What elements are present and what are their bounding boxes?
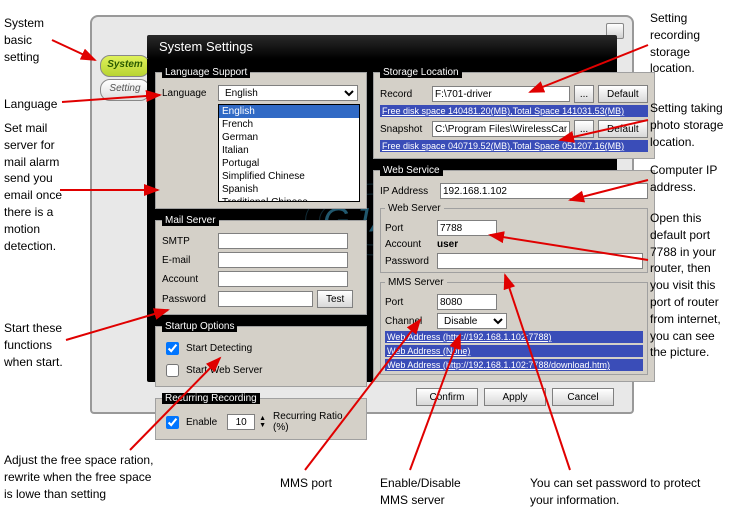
language-listbox[interactable]: English French German Italian Portugal S… <box>218 104 360 202</box>
note-port: Open this default port 7788 in your rout… <box>650 210 721 361</box>
language-select[interactable]: English <box>218 85 358 101</box>
apply-button[interactable]: Apply <box>484 388 546 406</box>
start-webserver-checkbox[interactable] <box>166 364 179 377</box>
storage-group: Storage Location Record ... Default Free… <box>373 67 655 159</box>
start-detecting-label: Start Detecting <box>186 343 252 354</box>
mail-legend: Mail Server <box>162 215 219 226</box>
settings-panel: GJAVA Language Support Language English … <box>147 59 617 382</box>
lang-opt7[interactable]: Traditional Chinese <box>219 196 359 202</box>
mailpwd-label: Password <box>162 294 214 305</box>
note-mmsport: MMS port <box>280 475 332 492</box>
note-mail: Set mail server for mail alarm send you … <box>4 120 62 254</box>
wsport-input[interactable] <box>437 220 497 236</box>
recurring-legend: Recurring Recording <box>162 393 260 404</box>
lang-opt3[interactable]: Italian <box>219 144 359 157</box>
language-legend: Language Support <box>162 67 250 78</box>
snapshot-diskinfo: Free disk space 040719.52(MB),Total Spac… <box>380 140 648 152</box>
lang-opt0[interactable]: English <box>219 105 359 118</box>
startup-legend: Startup Options <box>162 321 237 332</box>
record-diskinfo: Free disk space 140481.20(MB),Total Spac… <box>380 105 648 117</box>
storage-legend: Storage Location <box>380 67 462 78</box>
mms-addr1[interactable]: Web Address (http://192.168.1.102:7788) <box>385 331 643 343</box>
email-label: E-mail <box>162 255 214 266</box>
note-start: Start these functions when start. <box>4 320 63 370</box>
mailpwd-input[interactable] <box>218 291 313 307</box>
test-button[interactable]: Test <box>317 290 353 308</box>
language-group: Language Support Language English Englis… <box>155 67 367 209</box>
webservice-group: Web Service IP Address Web Server Port A… <box>373 165 655 382</box>
snapshot-path-input[interactable] <box>432 121 570 137</box>
window-title: System Settings <box>147 35 617 59</box>
record-path-input[interactable] <box>432 86 570 102</box>
ip-label: IP Address <box>380 186 436 197</box>
snapshot-label: Snapshot <box>380 124 428 135</box>
account-input[interactable] <box>218 271 348 287</box>
note-ip: Computer IP address. <box>650 162 717 196</box>
channel-label: Channel <box>385 316 433 327</box>
wsacct-label: Account <box>385 239 433 250</box>
ip-field <box>440 183 648 199</box>
mail-group: Mail Server SMTP E-mail Account Password… <box>155 215 367 315</box>
lang-opt5[interactable]: Simplified Chinese <box>219 170 359 183</box>
note-pwd: You can set password to protect your inf… <box>530 475 700 509</box>
lang-opt6[interactable]: Spanish <box>219 183 359 196</box>
confirm-button[interactable]: Confirm <box>416 388 478 406</box>
spinner-icon[interactable]: ▲▼ <box>259 415 269 429</box>
note-language: Language <box>4 96 57 113</box>
recur-enable-checkbox[interactable] <box>166 416 179 429</box>
recurring-group: Recurring Recording Enable ▲▼ Recurring … <box>155 393 367 440</box>
mmsport-input[interactable] <box>437 294 497 310</box>
recur-enable-label: Enable <box>186 417 217 428</box>
webservice-legend: Web Service <box>380 165 443 176</box>
setting-tab[interactable]: Setting <box>100 79 150 101</box>
snapshot-default-button[interactable]: Default <box>598 120 648 138</box>
note-rec: Setting recording storage location. <box>650 10 700 77</box>
lang-opt2[interactable]: German <box>219 131 359 144</box>
bottom-buttons: Confirm Apply Cancel <box>416 388 614 406</box>
wsacct-value: user <box>437 239 458 250</box>
note-ratio: Adjust the free space ration, rewrite wh… <box>4 452 153 502</box>
note-system: System basic setting <box>4 15 44 65</box>
record-default-button[interactable]: Default <box>598 85 648 103</box>
record-browse-button[interactable]: ... <box>574 85 594 103</box>
webserver-sublegend: Web Server <box>385 203 444 214</box>
account-label: Account <box>162 274 214 285</box>
wsport-label: Port <box>385 223 433 234</box>
email-input[interactable] <box>218 252 348 268</box>
lang-opt4[interactable]: Portugal <box>219 157 359 170</box>
system-tab[interactable]: System <box>100 55 150 77</box>
smtp-input[interactable] <box>218 233 348 249</box>
mmsserver-subgroup: MMS Server Port Channel Disable Web Addre… <box>380 277 648 375</box>
mmsserver-sublegend: MMS Server <box>385 277 447 288</box>
start-webserver-label: Start Web Server <box>186 365 263 376</box>
webserver-subgroup: Web Server Port Account user Password <box>380 203 648 273</box>
snapshot-browse-button[interactable]: ... <box>574 120 594 138</box>
record-label: Record <box>380 89 428 100</box>
start-detecting-checkbox[interactable] <box>166 342 179 355</box>
note-snap: Setting taking photo storage location. <box>650 100 723 150</box>
note-mmsen: Enable/Disable MMS server <box>380 475 461 509</box>
startup-group: Startup Options Start Detecting Start We… <box>155 321 367 387</box>
mms-addr2[interactable]: Web Address (None) <box>385 345 643 357</box>
mms-addr3[interactable]: Web Address (http://192.168.1.102:7788/d… <box>385 359 643 371</box>
smtp-label: SMTP <box>162 236 214 247</box>
recur-ratio-label: Recurring Ratio (%) <box>273 411 360 433</box>
channel-select[interactable]: Disable <box>437 313 507 329</box>
wspwd-input[interactable] <box>437 253 643 269</box>
lang-opt1[interactable]: French <box>219 118 359 131</box>
language-label: Language <box>162 88 214 99</box>
recur-ratio-input[interactable] <box>227 414 255 430</box>
mmsport-label: Port <box>385 297 433 308</box>
wspwd-label: Password <box>385 256 433 267</box>
app-window: System Settings System Setting GJAVA Lan… <box>90 15 634 414</box>
cancel-button[interactable]: Cancel <box>552 388 614 406</box>
